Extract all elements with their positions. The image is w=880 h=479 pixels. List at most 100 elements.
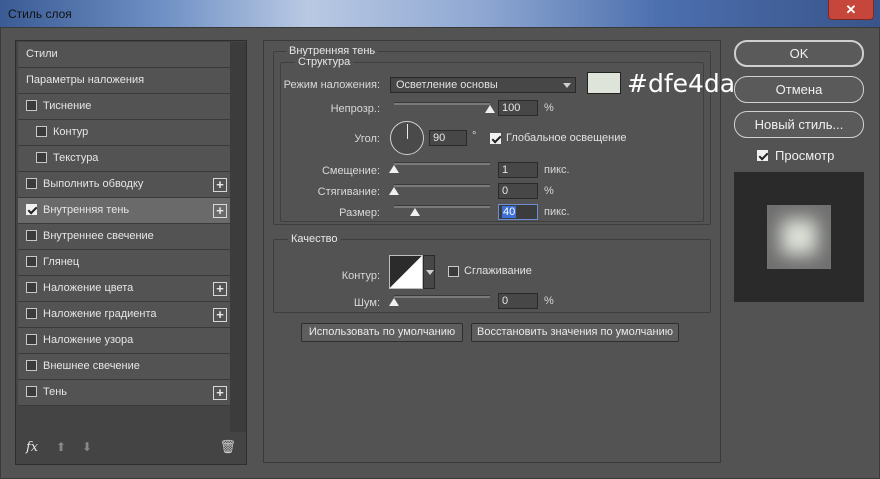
global-light-checkbox[interactable]: [490, 133, 501, 144]
styles-panel: Стили Параметры наложения Тиснение Контур Те…: [15, 40, 247, 465]
size-slider-track[interactable]: [394, 205, 490, 208]
noise-slider-track[interactable]: [394, 295, 490, 298]
trash-icon[interactable]: 🗑: [219, 439, 236, 455]
style-item[interactable]: Глянец: [18, 250, 230, 276]
blend-mode-value: Осветление основы: [396, 79, 498, 91]
quality-title: Качество: [288, 233, 341, 245]
style-checkbox[interactable]: [26, 282, 37, 293]
distance-slider-track[interactable]: [394, 162, 490, 165]
style-checkbox[interactable]: [26, 308, 37, 319]
add-effect-icon[interactable]: +: [213, 386, 227, 400]
blend-mode-select[interactable]: Осветление основы: [390, 77, 576, 93]
ok-button[interactable]: OK: [734, 40, 864, 67]
contour-label: Контур:: [341, 270, 380, 282]
choke-slider-thumb[interactable]: [389, 187, 399, 195]
style-item[interactable]: Наложение градиента +: [18, 302, 230, 328]
style-checkbox[interactable]: [26, 204, 37, 215]
style-item[interactable]: Стили: [18, 42, 230, 68]
distance-input[interactable]: 1: [498, 162, 538, 178]
styles-scrollbar[interactable]: [230, 42, 246, 432]
add-effect-icon[interactable]: +: [213, 308, 227, 322]
style-item[interactable]: Контур: [18, 120, 230, 146]
new-style-button[interactable]: Новый стиль...: [734, 111, 864, 138]
style-item[interactable]: Внутренняя тень +: [18, 198, 230, 224]
style-item[interactable]: Тень +: [18, 380, 230, 406]
style-preview: [734, 172, 864, 302]
style-checkbox[interactable]: [26, 360, 37, 371]
chevron-down-icon: [563, 83, 571, 88]
opacity-slider-thumb[interactable]: [485, 105, 495, 113]
choke-unit: %: [544, 185, 554, 197]
choke-label: Стягивание:: [317, 186, 380, 198]
shadow-color-swatch[interactable]: [587, 72, 621, 94]
layer-style-dialog: Стили Параметры наложения Тиснение Контур Те…: [0, 27, 880, 479]
opacity-slider-track[interactable]: [394, 102, 490, 105]
style-item[interactable]: Параметры наложения: [18, 68, 230, 94]
noise-slider-thumb[interactable]: [389, 298, 399, 306]
angle-label: Угол:: [354, 133, 380, 145]
close-button[interactable]: ✕: [828, 0, 874, 20]
contour-preview[interactable]: [389, 255, 423, 289]
global-light-label: Глобальное освещение: [506, 132, 627, 144]
style-item[interactable]: Выполнить обводку +: [18, 172, 230, 198]
size-slider-thumb[interactable]: [410, 208, 420, 216]
cancel-button[interactable]: Отмена: [734, 76, 864, 103]
size-input[interactable]: 40: [498, 204, 538, 220]
move-down-icon[interactable]: ⬇: [82, 440, 92, 454]
style-checkbox[interactable]: [36, 126, 47, 137]
preview-checkbox[interactable]: [757, 150, 768, 161]
settings-panel: Внутренняя тень Структура Режим наложени…: [263, 40, 735, 463]
style-item-label: Наложение цвета: [43, 282, 134, 294]
reset-default-button[interactable]: Восстановить значения по умолчанию: [471, 323, 679, 342]
antialias-label: Сглаживание: [464, 265, 532, 277]
style-item[interactable]: Внутреннее свечение: [18, 224, 230, 250]
use-default-button[interactable]: Использовать по умолчанию: [301, 323, 463, 342]
style-item[interactable]: Наложение цвета +: [18, 276, 230, 302]
distance-label: Смещение:: [321, 165, 380, 177]
opacity-label: Непрозр.:: [330, 103, 380, 115]
style-item[interactable]: Наложение узора: [18, 328, 230, 354]
style-checkbox[interactable]: [26, 100, 37, 111]
style-checkbox[interactable]: [36, 152, 47, 163]
move-up-icon[interactable]: ⬆: [56, 440, 66, 454]
color-hex-caption: #dfe4da: [627, 69, 736, 98]
style-item-label: Внутреннее свечение: [43, 230, 154, 242]
add-effect-icon[interactable]: +: [213, 178, 227, 192]
size-label: Размер:: [339, 207, 380, 219]
preview-label: Просмотр: [775, 148, 835, 163]
style-item[interactable]: Текстура: [18, 146, 230, 172]
blend-mode-label: Режим наложения:: [283, 79, 380, 91]
opacity-unit: %: [544, 102, 554, 114]
add-effect-icon[interactable]: +: [213, 204, 227, 218]
preview-thumbnail: [767, 205, 831, 269]
style-item-label: Тиснение: [43, 100, 92, 112]
distance-unit: пикс.: [544, 164, 570, 176]
opacity-input[interactable]: 100: [498, 100, 538, 116]
style-item-label: Наложение градиента: [43, 308, 157, 320]
style-checkbox[interactable]: [26, 256, 37, 267]
add-effect-icon[interactable]: +: [213, 282, 227, 296]
style-item-label: Контур: [53, 126, 89, 138]
size-input-value: 40: [502, 206, 517, 218]
style-checkbox[interactable]: [26, 230, 37, 241]
noise-input[interactable]: 0: [498, 293, 538, 309]
style-item-label: Стили: [26, 48, 58, 60]
styles-list: Стили Параметры наложения Тиснение Контур Те…: [18, 42, 230, 406]
style-checkbox[interactable]: [26, 178, 37, 189]
angle-dial[interactable]: [390, 121, 424, 155]
antialias-checkbox[interactable]: [448, 266, 459, 277]
style-item-label: Выполнить обводку: [43, 178, 144, 190]
style-checkbox[interactable]: [26, 386, 37, 397]
distance-slider-thumb[interactable]: [389, 165, 399, 173]
window-titlebar: Стиль слоя ✕: [0, 0, 880, 27]
choke-input[interactable]: 0: [498, 183, 538, 199]
style-item[interactable]: Внешнее свечение: [18, 354, 230, 380]
angle-input[interactable]: 90: [429, 130, 467, 146]
contour-dropdown[interactable]: [423, 255, 435, 289]
style-checkbox[interactable]: [26, 334, 37, 345]
fx-icon[interactable]: fx: [26, 440, 38, 455]
choke-slider-track[interactable]: [394, 184, 490, 187]
style-item-label: Тень: [43, 386, 68, 398]
style-item[interactable]: Тиснение: [18, 94, 230, 120]
noise-label: Шум:: [353, 297, 380, 309]
